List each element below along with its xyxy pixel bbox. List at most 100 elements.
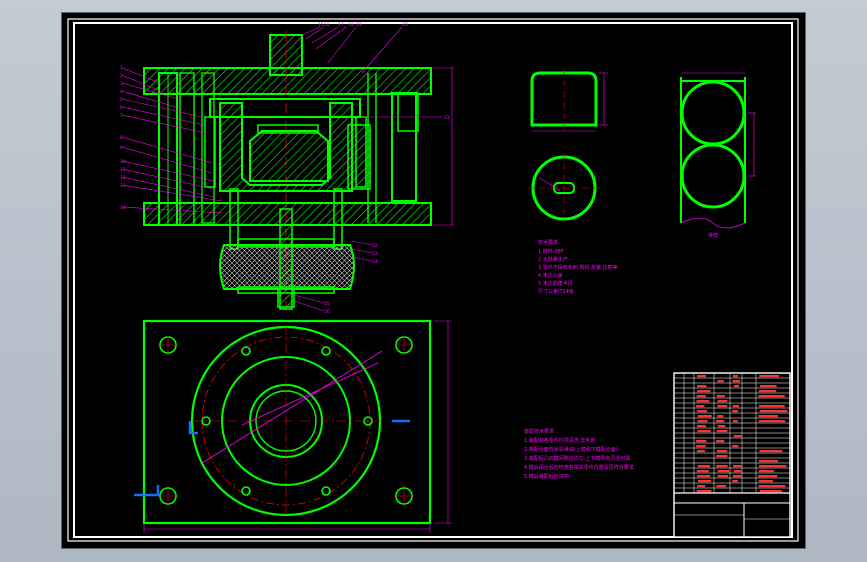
svg-text:18: 18: [348, 22, 354, 28]
section-view: 123 456 789 101112 1314 15 16 17 18 19 20 21…: [120, 22, 454, 315]
parts-list-entry-mark: [732, 380, 740, 383]
parts-list-entry-mark: [732, 480, 738, 483]
assembly-req-heading: 装配技术要求: [524, 428, 554, 435]
parts-list-entry-mark: [717, 380, 724, 383]
cad-viewport[interactable]: 123 456 789 10 11 12 13 14 15 16 17 18 19 20 21…: [62, 13, 805, 548]
parts-list-entry-mark: [758, 390, 777, 393]
parts-list-entry-mark: [696, 395, 706, 398]
tech-req-item: 3.零件不得有毛刺,裂纹,折皱,拉痕等: [538, 264, 618, 271]
svg-text:8: 8: [120, 135, 123, 141]
parts-list-entry-mark: [759, 450, 783, 453]
parts-list-entry-mark: [759, 410, 788, 413]
svg-text:15: 15: [318, 22, 324, 28]
parts-list-entry-mark: [697, 485, 706, 488]
svg-text:25: 25: [324, 301, 330, 307]
parts-list-entry-mark: [733, 435, 742, 438]
part-views: 排样: [528, 69, 756, 239]
parts-list-entry-mark: [696, 385, 707, 388]
svg-text:22: 22: [372, 243, 378, 249]
svg-text:9: 9: [120, 145, 123, 151]
parts-list-entry-mark: [759, 385, 777, 388]
parts-list-entry-mark: [732, 445, 739, 448]
parts-list-entry-mark: [697, 465, 711, 468]
strip-layout: 排样: [680, 72, 756, 239]
parts-list-entry-mark: [758, 480, 773, 483]
svg-text:14: 14: [120, 205, 126, 211]
parts-list-entry-mark: [697, 390, 711, 393]
parts-list-entry-mark: [758, 465, 787, 468]
parts-list-entry-mark: [758, 420, 786, 423]
title-block: [673, 372, 791, 538]
parts-list-entry-mark: [732, 410, 738, 413]
parts-list-entry-mark: [758, 405, 785, 408]
parts-list-entry-mark: [697, 420, 708, 423]
parts-list-entry-mark: [697, 415, 712, 418]
parts-list-entry-mark: [732, 420, 738, 423]
assembly-req-item: 4.模具闭合后应检查各相关零件位置是否符合要求.: [524, 464, 636, 471]
parts-list-entry-mark: [717, 470, 730, 473]
right-guide-post: [391, 92, 417, 202]
parts-list-entry-mark: [696, 405, 705, 408]
svg-text:26: 26: [324, 309, 330, 315]
assembly-requirements: 装配技术要求 1.装配前各零件均须清洗,去毛刺. 2.各配合面应涂润滑油(上模和…: [524, 428, 636, 480]
parts-list-entry-mark: [732, 465, 742, 468]
assembly-req-item: 2.各配合面应涂润滑油(上模和下模配合面).: [524, 446, 620, 453]
svg-text:4: 4: [120, 89, 123, 95]
svg-text:16: 16: [324, 22, 330, 28]
cad-drawing-sheet: 123 456 789 101112 1314 15 16 17 18 19 20 21…: [67, 18, 799, 542]
svg-text:10: 10: [120, 159, 126, 165]
parts-list-entry-mark: [696, 425, 706, 428]
parts-list-entry-mark: [716, 485, 727, 488]
parts-list-entry-mark: [716, 395, 725, 398]
parts-list-entry-mark: [758, 470, 774, 473]
parts-list-entry-mark: [732, 475, 742, 478]
svg-text:17: 17: [338, 22, 344, 28]
parts-list-entry-mark: [697, 375, 707, 378]
parts-list-entry-mark: [717, 425, 726, 428]
svg-text:19: 19: [356, 22, 362, 28]
parts-list-entry-mark: [696, 470, 709, 473]
parts-list-entry-mark: [717, 400, 728, 403]
parts-list-entry-mark: [716, 440, 725, 443]
plan-view: [134, 319, 452, 533]
parts-list-entry-mark: [733, 470, 742, 473]
tech-req-item: 5.未注圆角半径: [538, 280, 573, 287]
parts-list-entry-mark: [733, 375, 738, 378]
assembly-req-item: 1.装配前各零件均须清洗,去毛刺.: [524, 437, 597, 444]
svg-text:1: 1: [120, 65, 123, 71]
parts-list-entry-mark: [697, 480, 712, 483]
svg-text:23: 23: [372, 251, 378, 257]
parts-list-entry-mark: [758, 460, 779, 463]
svg-text:7: 7: [120, 113, 123, 119]
parts-list-entry-mark: [732, 405, 740, 408]
tech-req-item: 尺寸公差IT14级: [538, 288, 574, 295]
parts-list-entry-mark: [696, 450, 705, 453]
parts-list-entry-mark: [733, 385, 739, 388]
parts-list-entry-mark: [696, 400, 710, 403]
parts-list-entry-mark: [716, 465, 728, 468]
svg-text:12: 12: [120, 175, 126, 181]
assembly-req-item: 3.装配后凸凹模间隙应均匀,上下模导向灵活可靠.: [524, 455, 632, 462]
parts-list-entry-mark: [759, 375, 779, 378]
svg-text:20: 20: [402, 22, 408, 28]
svg-text:6: 6: [120, 105, 123, 111]
svg-text:2: 2: [120, 73, 123, 79]
svg-text:21: 21: [444, 115, 450, 121]
assembly-req-item: 5.模具装配后应试冲.: [524, 473, 571, 480]
tech-req-item: 2.大批量生产: [538, 256, 568, 263]
svg-text:5: 5: [120, 97, 123, 103]
parts-list-entry-mark: [759, 490, 782, 493]
punch: [249, 130, 329, 182]
parts-list-entry-mark: [758, 475, 778, 478]
tech-req-item: 1.材料:08F: [538, 248, 564, 255]
parts-list-entry-mark: [717, 475, 729, 478]
technical-requirements: 技术要求 1.材料:08F 2.大批量生产 3.零件不得有毛刺,裂纹,折皱,拉痕…: [538, 239, 618, 295]
tech-req-item: 4.未注公差: [538, 272, 563, 279]
parts-list-entry-mark: [697, 430, 711, 433]
parts-list-entry-mark: [716, 420, 725, 423]
lower-die-outline: [142, 319, 432, 525]
svg-text:24: 24: [372, 259, 378, 265]
parts-list-entry-mark: [717, 415, 724, 418]
svg-text:3: 3: [120, 81, 123, 87]
parts-list-entry-mark: [696, 440, 707, 443]
